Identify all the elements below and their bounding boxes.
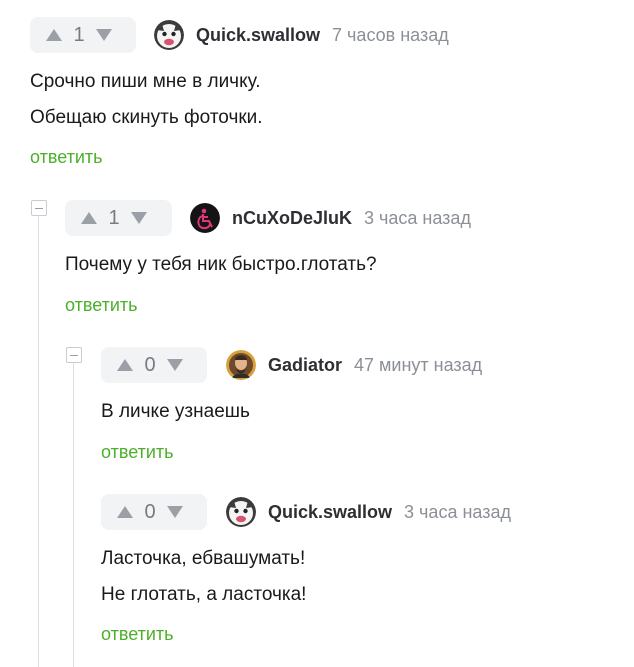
comment-header: 0 Gadiator 47 минут назад [101,347,482,383]
comment-text: Ласточка, ебвашумать! Не глотать, а ласт… [101,541,511,613]
collapse-thread-button[interactable] [31,200,47,216]
upvote-icon[interactable] [42,23,66,47]
rating-widget: 1 [65,200,172,236]
comment-text-line: В личке узнаешь [101,401,250,422]
comment-timestamp: 47 минут назад [354,354,483,375]
rating-widget: 1 [30,17,136,53]
comment-timestamp: 3 часа назад [404,501,511,522]
downvote-icon[interactable] [127,206,151,230]
thread-line-level-2 [73,362,74,667]
pug-avatar-icon[interactable] [154,20,184,50]
wheelchair-avatar-icon[interactable] [190,203,220,233]
pug-avatar-icon[interactable] [226,497,256,527]
rating-count: 0 [144,500,156,523]
comment-header: 1 Quick.swallow 7 часов назад [30,17,449,53]
comment-text: В личке узнаешь [101,394,482,430]
reply-link[interactable]: ответить [30,147,103,168]
upvote-icon[interactable] [113,353,137,377]
upvote-icon[interactable] [113,500,137,524]
reply-link[interactable]: ответить [101,442,174,463]
portrait-avatar-icon[interactable] [226,350,256,380]
downvote-icon[interactable] [92,23,116,47]
comments-thread: 1 Quick.swallow 7 часов назад Срочно пиш… [0,0,634,667]
comment-text-line: Обещаю скинуть фоточки. [30,107,263,128]
rating-count: 1 [108,206,120,229]
comment-text-line: Почему у тебя ник быстро.глотать? [65,254,377,275]
upvote-icon[interactable] [77,206,101,230]
rating-widget: 0 [101,494,207,530]
comment: 0 Quick.swallow 3 часа назад Ласточка, е… [101,494,511,645]
rating-count: 1 [73,23,85,46]
username-link[interactable]: Gadiator [268,355,342,376]
downvote-icon[interactable] [163,500,187,524]
comment-text-line: Срочно пиши мне в личку. [30,71,261,92]
username-link[interactable]: nCuXoDeJluK [232,208,352,229]
reply-link[interactable]: ответить [101,624,174,645]
downvote-icon[interactable] [163,353,187,377]
comment-text: Почему у тебя ник быстро.глотать? [65,247,471,283]
collapse-thread-button[interactable] [66,347,82,363]
comment-header: 1 nCuXoDeJluK 3 часа назад [65,200,471,236]
username-link[interactable]: Quick.swallow [196,25,320,46]
username-link[interactable]: Quick.swallow [268,502,392,523]
comment-timestamp: 3 часа назад [364,207,471,228]
rating-widget: 0 [101,347,207,383]
thread-line-level-1 [38,214,39,667]
comment: 0 Gadiator 47 минут назад В личке узнаеш… [101,347,482,463]
comment-text: Срочно пиши мне в личку. Обещаю скинуть … [30,64,449,136]
comment-timestamp: 7 часов назад [332,24,449,45]
comment: 1 Quick.swallow 7 часов назад Срочно пиш… [30,17,449,168]
comment-header: 0 Quick.swallow 3 часа назад [101,494,511,530]
comment-text-line: Не глотать, а ласточка! [101,584,307,605]
comment: 1 nCuXoDeJluK 3 часа назад Почему у тебя… [65,200,471,316]
reply-link[interactable]: ответить [65,295,138,316]
comment-text-line: Ласточка, ебвашумать! [101,548,306,569]
rating-count: 0 [144,353,156,376]
